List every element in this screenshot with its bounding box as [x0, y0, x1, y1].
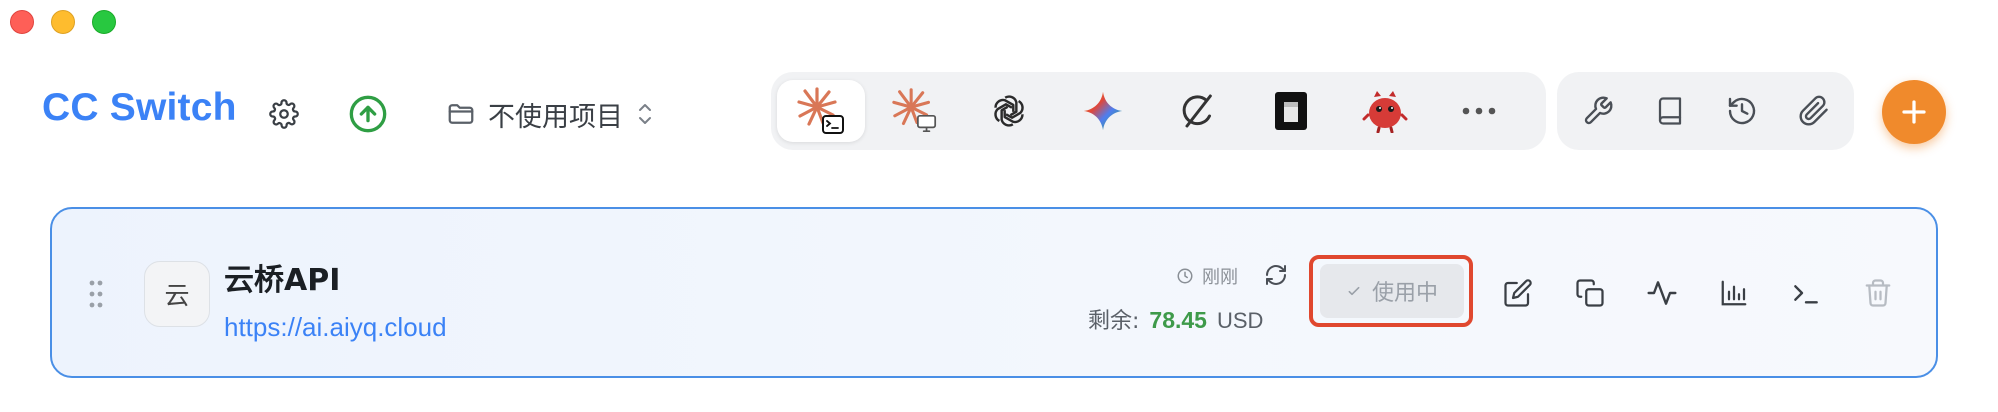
app-switcher	[771, 72, 1546, 150]
more-icon	[1462, 107, 1496, 115]
duplicate-button[interactable]	[1568, 271, 1612, 315]
openai-icon	[994, 95, 1024, 127]
attachments-button[interactable]	[1783, 80, 1845, 142]
tab-dark-app[interactable]	[1247, 80, 1335, 142]
utility-toolbar	[1557, 72, 1854, 150]
grok-icon	[1182, 94, 1212, 128]
copy-icon	[1576, 279, 1604, 307]
terminal-icon	[1794, 285, 1818, 304]
paperclip-icon	[1799, 95, 1828, 126]
tab-claude-desktop[interactable]	[871, 80, 959, 142]
tab-grok[interactable]	[1153, 80, 1241, 142]
add-provider-button[interactable]	[1882, 80, 1946, 144]
book-icon	[1658, 97, 1682, 125]
edit-button[interactable]	[1496, 271, 1540, 315]
clock-icon	[1177, 268, 1193, 284]
tab-gemini[interactable]	[1059, 80, 1147, 142]
refresh-icon	[1266, 265, 1286, 285]
balance-label: 剩余:	[1088, 309, 1140, 334]
test-latency-button[interactable]	[1640, 271, 1684, 315]
last-updated-text: 刚刚	[1202, 267, 1238, 288]
window-controls	[10, 10, 116, 34]
box-icon	[1275, 92, 1307, 130]
red-mascot-icon	[1362, 91, 1408, 133]
provider-url[interactable]: https://ai.aiyq.cloud	[224, 312, 447, 343]
tab-mascot[interactable]	[1341, 80, 1429, 142]
grip-icon	[89, 280, 103, 308]
project-selector[interactable]: 不使用项目	[446, 94, 655, 134]
claude-terminal-icon	[797, 87, 844, 134]
claude-desktop-icon	[892, 88, 937, 133]
history-button[interactable]	[1711, 80, 1773, 142]
project-selector-label: 不使用项目	[488, 101, 623, 133]
trash-icon	[1865, 279, 1891, 307]
tab-claude-code[interactable]	[777, 80, 865, 142]
bar-chart-icon	[1721, 280, 1747, 306]
tab-openai[interactable]	[965, 80, 1053, 142]
minimize-window-button[interactable]	[51, 10, 75, 34]
gear-icon	[269, 99, 299, 129]
provider-card[interactable]: 云 云桥API https://ai.aiyq.cloud 刚刚 剩余: 78.…	[50, 207, 1938, 378]
balance-currency: USD	[1216, 308, 1264, 333]
usage-stats-button[interactable]	[1712, 271, 1756, 315]
arrow-up-circle-icon	[349, 95, 387, 133]
folder-icon	[448, 104, 474, 124]
app-title: CC Switch	[42, 86, 237, 129]
delete-button[interactable]	[1856, 271, 1900, 315]
zoom-window-button[interactable]	[92, 10, 116, 34]
wrench-icon	[1584, 96, 1613, 125]
more-apps-button[interactable]	[1435, 80, 1523, 142]
open-terminal-button[interactable]	[1784, 271, 1828, 315]
update-button[interactable]	[346, 92, 390, 136]
provider-avatar: 云	[144, 261, 210, 327]
edit-icon	[1504, 279, 1532, 307]
activity-icon	[1647, 281, 1677, 305]
gemini-icon	[1083, 91, 1123, 131]
drag-handle[interactable]	[88, 279, 104, 313]
settings-button[interactable]	[264, 94, 304, 134]
balance-amount: 78.45	[1149, 307, 1207, 333]
balance: 剩余: 78.45 USD	[1088, 303, 1263, 335]
history-icon	[1728, 97, 1756, 125]
in-use-button[interactable]: 使用中	[1320, 264, 1464, 318]
refresh-balance-button[interactable]	[1260, 259, 1292, 291]
in-use-label: 使用中	[1371, 281, 1438, 306]
plus-icon	[1902, 100, 1926, 124]
check-icon	[1348, 286, 1360, 296]
docs-button[interactable]	[1639, 80, 1701, 142]
chevron-up-down-icon	[639, 104, 651, 124]
close-window-button[interactable]	[10, 10, 34, 34]
last-updated: 刚刚	[1176, 263, 1238, 289]
tools-button[interactable]	[1567, 80, 1629, 142]
provider-name: 云桥API	[224, 263, 341, 298]
